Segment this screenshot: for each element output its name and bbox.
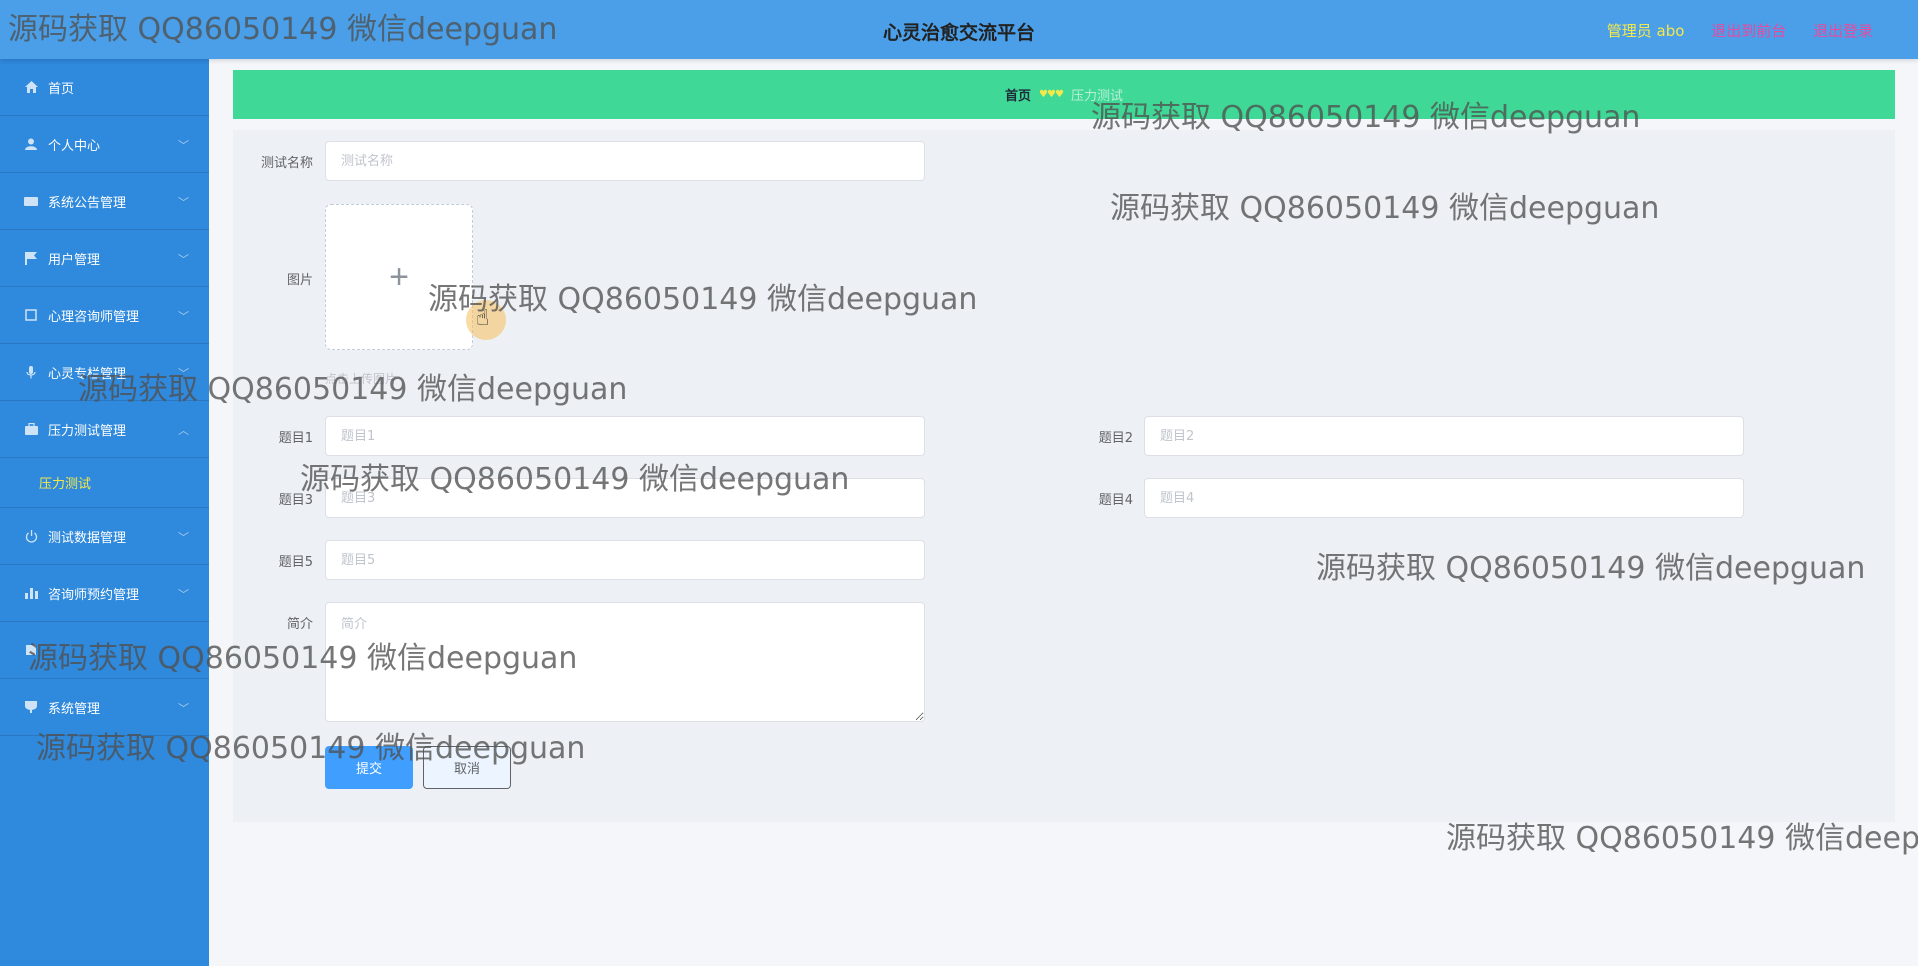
- power-icon: [24, 529, 38, 543]
- sidebar-item-appointments[interactable]: 咨询师预约管理 ﹀: [0, 565, 209, 622]
- question4-input[interactable]: [1144, 478, 1744, 518]
- chevron-down-icon: ﹀: [178, 253, 189, 266]
- question2-label: 题目2: [1098, 431, 1133, 446]
- form-panel: 测试名称 图片 + 点击上传图片 题目1 题目2 题目3 题目4 题目5 简介 …: [233, 130, 1895, 822]
- sidebar-item-system[interactable]: 系统管理 ﹀: [0, 679, 209, 736]
- sidebar-subitem-stress-test[interactable]: 压力测试: [0, 458, 209, 508]
- breadcrumb-separator-icon: ♥♥♥: [1039, 89, 1064, 100]
- chevron-up-icon: ︿: [178, 424, 189, 437]
- sidebar-item-label: 首页: [48, 81, 75, 97]
- test-name-input[interactable]: [325, 141, 925, 181]
- question3-input[interactable]: [325, 478, 925, 518]
- chevron-down-icon: ﹀: [178, 588, 189, 601]
- top-header: 心灵治愈交流平台 管理员 abo 退出到前台 退出登录: [0, 0, 1918, 59]
- sidebar-item-home[interactable]: 首页: [0, 59, 209, 116]
- question5-input[interactable]: [325, 540, 925, 580]
- sidebar-item-personal-center[interactable]: 个人中心 ﹀: [0, 116, 209, 173]
- test-name-label: 测试名称: [260, 156, 313, 171]
- sidebar-item-columns[interactable]: 心灵专栏管理 ﹀: [0, 344, 209, 401]
- sidebar-item-label: 系统公告管理: [48, 195, 127, 211]
- upload-tip: 点击上传图片: [325, 372, 398, 386]
- breadcrumb: 首页 ♥♥♥ 压力测试: [233, 70, 1895, 119]
- user-icon: [24, 137, 38, 151]
- intro-label: 简介: [286, 617, 313, 632]
- breadcrumb-home[interactable]: 首页: [1005, 85, 1031, 104]
- sidebar-item-label: 用户管理: [48, 252, 101, 268]
- cup-icon: [24, 700, 38, 714]
- square-icon: [24, 308, 38, 322]
- question1-label: 题目1: [278, 431, 313, 446]
- chevron-down-icon: ﹀: [178, 139, 189, 152]
- sidebar-item-label: 心灵专栏管理: [48, 366, 127, 382]
- sidebar: 首页 个人中心 ﹀ 系统公告管理 ﹀ 用户管理 ﹀ 心理咨询师管理 ﹀ 心灵专栏…: [0, 59, 209, 966]
- image-upload[interactable]: +: [325, 204, 473, 350]
- briefcase-icon: [24, 422, 38, 436]
- sidebar-item-label: 压力测试管理: [48, 423, 127, 439]
- sidebar-item-test-data[interactable]: 测试数据管理 ﹀: [0, 508, 209, 565]
- image-label: 图片: [286, 273, 313, 288]
- cancel-button[interactable]: 取消: [423, 746, 511, 789]
- sidebar-item-counselors[interactable]: 心理咨询师管理 ﹀: [0, 287, 209, 344]
- submit-button[interactable]: 提交: [325, 746, 413, 789]
- mic-icon: [24, 365, 38, 379]
- sidebar-item-blank[interactable]: [0, 622, 209, 679]
- flag-icon: [24, 251, 38, 265]
- question3-label: 题目3: [278, 493, 313, 508]
- sidebar-item-label: 咨询师预约管理: [48, 587, 140, 603]
- intro-textarea[interactable]: [325, 602, 925, 722]
- sidebar-item-stress-tests[interactable]: 压力测试管理 ︿: [0, 401, 209, 458]
- bar-chart-icon: [24, 586, 38, 600]
- breadcrumb-current: 压力测试: [1070, 89, 1123, 104]
- admin-label: 管理员 abo: [1606, 22, 1685, 40]
- question4-label: 题目4: [1098, 493, 1133, 508]
- chevron-down-icon: ﹀: [178, 310, 189, 323]
- hand-cursor-icon: ☝: [476, 305, 490, 330]
- sidebar-item-announcements[interactable]: 系统公告管理 ﹀: [0, 173, 209, 230]
- sidebar-item-label: 测试数据管理: [48, 530, 127, 546]
- sidebar-item-label: 系统管理: [48, 701, 101, 717]
- plus-icon: +: [389, 258, 409, 296]
- chevron-down-icon: ﹀: [178, 531, 189, 544]
- sidebar-item-label: 心理咨询师管理: [48, 309, 140, 325]
- sidebar-item-label: 个人中心: [48, 138, 101, 154]
- sidebar-item-users[interactable]: 用户管理 ﹀: [0, 230, 209, 287]
- home-icon: [24, 80, 38, 94]
- header-user-area: 管理员 abo 退出到前台 退出登录: [1585, 20, 1873, 41]
- chevron-down-icon: ﹀: [178, 702, 189, 715]
- bookmark-icon: [24, 643, 38, 657]
- chevron-down-icon: ﹀: [178, 367, 189, 380]
- question2-input[interactable]: [1144, 416, 1744, 456]
- chevron-down-icon: ﹀: [178, 196, 189, 209]
- logout-link[interactable]: 退出登录: [1813, 22, 1873, 40]
- question5-label: 题目5: [278, 555, 313, 570]
- announcement-icon: [24, 194, 38, 208]
- back-to-front-link[interactable]: 退出到前台: [1711, 22, 1786, 40]
- question1-input[interactable]: [325, 416, 925, 456]
